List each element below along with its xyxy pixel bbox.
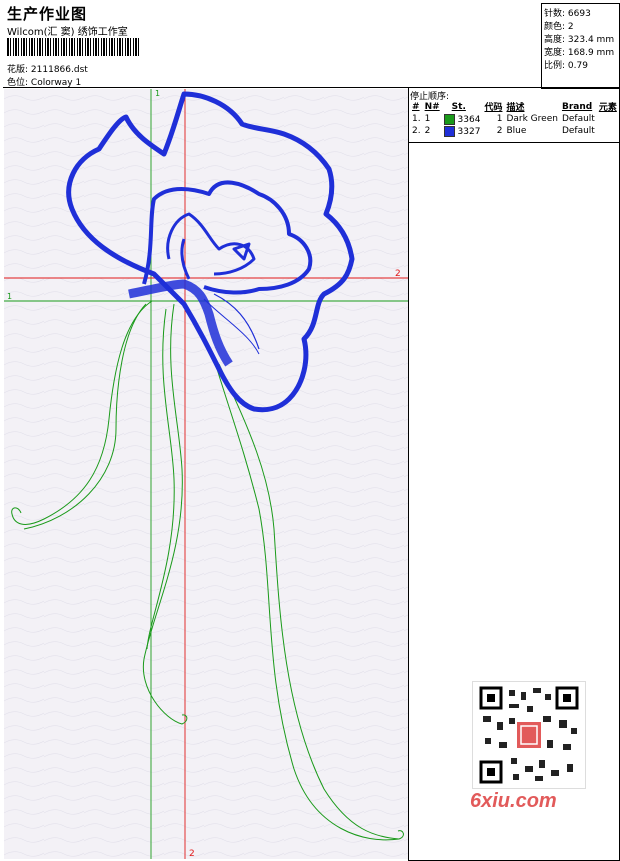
col-element: 元素 [598,103,617,113]
legend-header-row: # N# St. 代码 描述 Brand 元素 [410,100,619,114]
col-st: St. [451,101,466,112]
embroidery-design: 1 2 1 2 [4,89,408,859]
stat-stitches: 针数: 6693 [544,9,591,19]
stat-width: 宽度: 168.9 mm [544,48,615,58]
col-index: # [412,101,420,112]
design-value: 2111866.dst [30,65,88,75]
axis-label-h1: 1 [7,292,12,301]
color-swatch [443,113,455,125]
axis-label-v1: 1 [155,89,160,98]
col-brand: Brand [561,101,593,112]
col-code: 代码 [484,103,503,113]
table-row: 2. 2 3327 2 Blue Default [412,125,595,137]
col-n: N# [424,101,440,112]
stat-scale: 比例: 0.79 [544,61,588,71]
color-swatch [443,125,455,137]
design-canvas: 1 2 1 2 [4,89,408,859]
colorway-value: Colorway 1 [30,78,82,88]
axis-label-v2: 2 [189,849,195,859]
colorway-label: 色位: [7,78,29,88]
company-name: Wilcom(汇 窦) 绣饰工作室 [7,27,128,38]
page-title: 生产作业图 [7,5,88,23]
table-row: 1. 1 3364 1 Dark Green Default [412,113,595,125]
color-legend-table: # N# St. 代码 描述 Brand 元素 1. 1 3364 1 Dark… [410,100,619,137]
colorway-info: 色位: Colorway 1 [7,75,81,88]
design-info: 花版: 2111866.dst [7,62,88,75]
qr-code-watermark [472,681,586,789]
stat-height: 高度: 323.4 mm [544,35,615,45]
design-label: 花版: [7,65,29,75]
col-desc: 描述 [506,103,525,113]
stat-colors: 颜色: 2 [544,22,574,32]
axis-label-h2: 2 [395,269,401,279]
barcode [7,38,141,56]
watermark-logo: 6xiu.com [470,790,557,812]
